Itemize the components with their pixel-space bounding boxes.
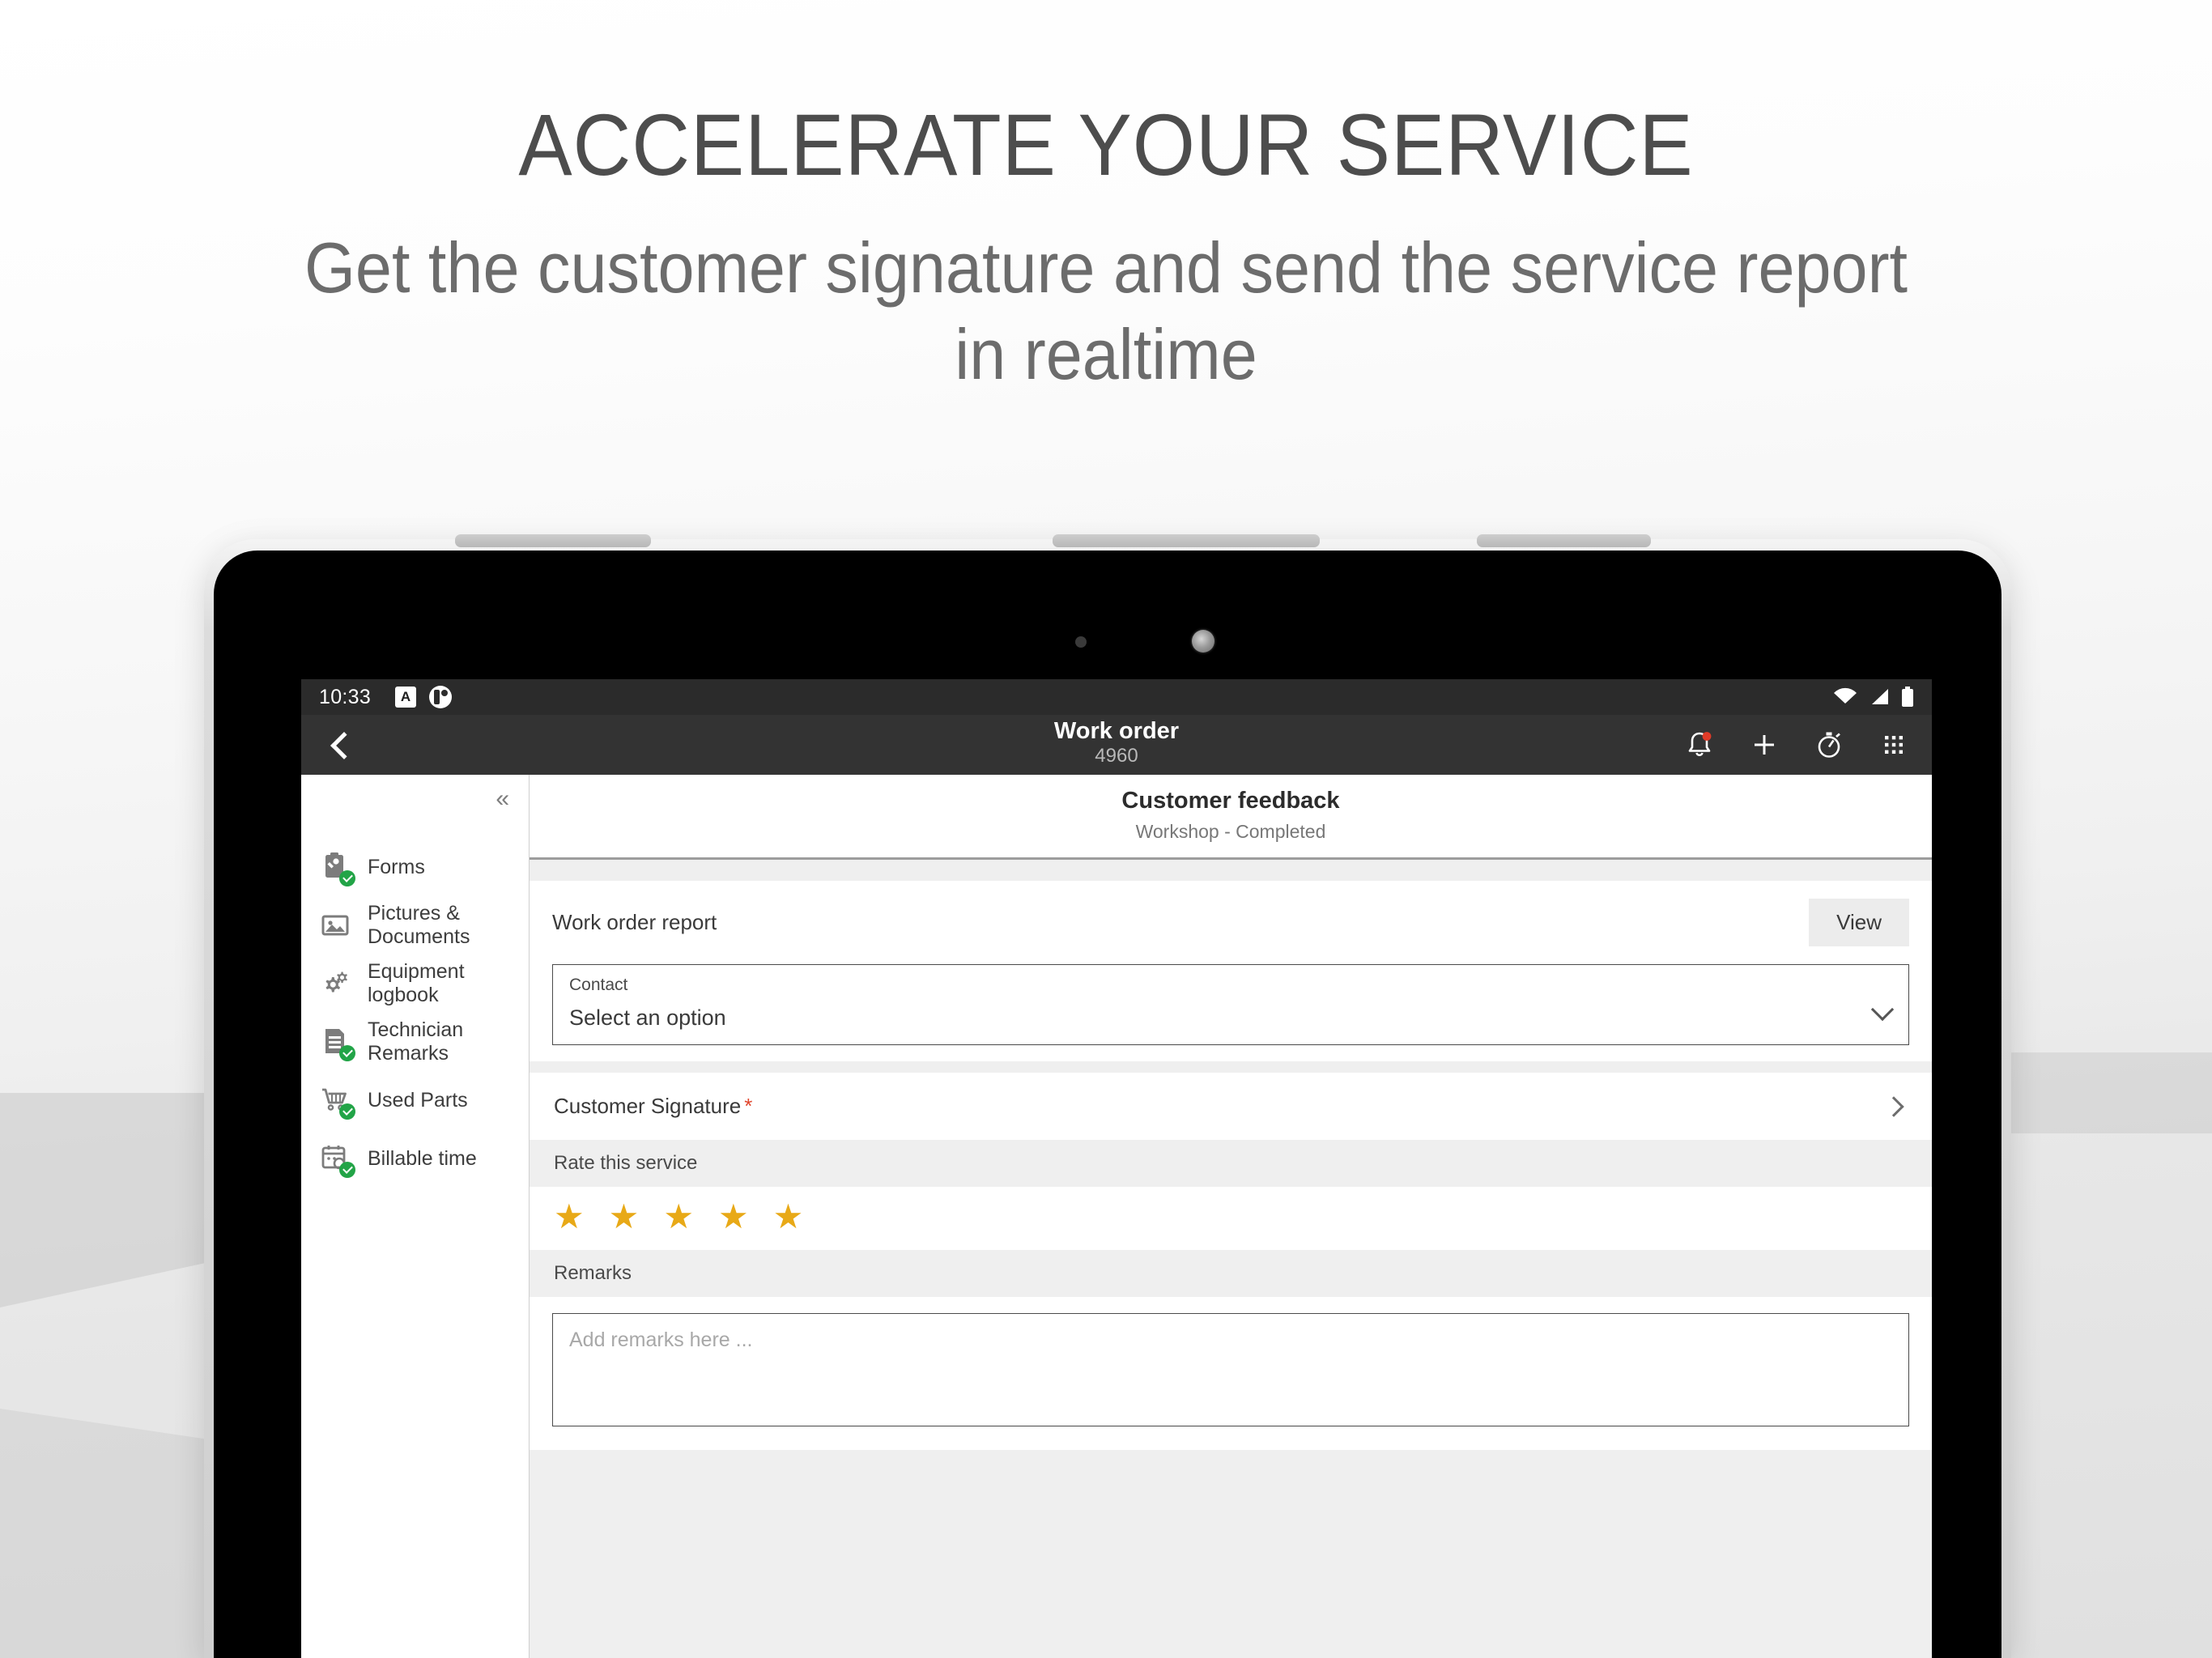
promo-headline-block: ACCELERATE YOUR SERVICE Get the customer… <box>0 96 2212 398</box>
rating-star[interactable]: ★ <box>554 1200 585 1234</box>
contact-label: Contact <box>569 976 628 994</box>
add-plus-icon[interactable] <box>1747 728 1781 762</box>
panel-title: Customer feedback <box>1121 788 1340 814</box>
sidebar-item-label: Technician Remarks <box>368 1018 464 1065</box>
work-order-report-row: Work order report View <box>530 881 1932 959</box>
completed-check-icon <box>339 1162 355 1178</box>
battery-icon <box>1902 687 1913 707</box>
sidebar-item-label: Equipment logbook <box>368 960 465 1006</box>
promo-subtitle: Get the customer signature and send the … <box>304 227 1908 395</box>
rating-stars[interactable]: ★ ★ ★ ★ ★ <box>530 1187 1932 1250</box>
back-chevron-icon[interactable] <box>322 728 356 762</box>
status-clock: 10:33 <box>319 685 372 708</box>
view-report-button[interactable]: View <box>1809 899 1909 946</box>
panel-header: Customer feedback Workshop - Completed <box>530 775 1932 860</box>
sidebar-item-equipment-logbook[interactable]: Equipment logbook <box>301 954 529 1013</box>
main-panel: Customer feedback Workshop - Completed W… <box>530 775 1932 1658</box>
clipboard-wrench-icon <box>319 851 355 886</box>
sidebar: « Forms Pictures & Documents Equipment l… <box>301 775 530 1658</box>
status-left-icons: A <box>395 686 453 708</box>
sidebar-item-pictures-documents[interactable]: Pictures & Documents <box>301 896 529 954</box>
sensor-dot-icon <box>1075 636 1087 648</box>
sidebar-item-label: Used Parts <box>368 1088 468 1112</box>
calendar-clock-icon <box>319 1142 355 1178</box>
app-window: 10:33 A Work order 4960 « Forms Pictures… <box>301 679 1932 1658</box>
tablet-hardware-button <box>1053 534 1320 547</box>
contact-field-wrapper: Contact Select an option <box>530 959 1932 1061</box>
section-divider <box>530 860 1932 881</box>
cellular-signal-icon <box>1872 689 1888 704</box>
sidebar-item-technician-remarks[interactable]: Technician Remarks <box>301 1013 529 1071</box>
contact-selected-value: Select an option <box>569 1005 726 1030</box>
wifi-icon <box>1834 687 1857 704</box>
tablet-hardware-button <box>1477 534 1651 547</box>
tablet-screen: 10:33 A Work order 4960 « Forms Pictures… <box>214 551 2001 1658</box>
app-body: « Forms Pictures & Documents Equipment l… <box>301 775 1932 1658</box>
completed-check-icon <box>339 870 355 886</box>
timer-stopwatch-icon[interactable] <box>1812 728 1846 762</box>
tablet-hardware-button <box>570 534 651 547</box>
required-asterisk: * <box>744 1094 753 1118</box>
customer-signature-text: Customer Signature <box>554 1094 742 1118</box>
status-right-icons <box>1833 687 1914 708</box>
a-badge-icon: A <box>395 687 417 708</box>
app-bar: Work order 4960 <box>301 715 1932 775</box>
sidebar-item-used-parts[interactable]: Used Parts <box>301 1071 529 1129</box>
customer-signature-label: Customer Signature * <box>554 1094 752 1119</box>
double-chevron-left-icon: « <box>496 785 509 812</box>
rating-star[interactable]: ★ <box>718 1200 749 1234</box>
chevron-right-icon <box>1883 1095 1904 1117</box>
image-picture-icon <box>319 909 351 942</box>
sidebar-item-billable-time[interactable]: Billable time <box>301 1129 529 1188</box>
status-bar: 10:33 A <box>301 679 1932 715</box>
sidebar-item-label: Billable time <box>368 1146 477 1170</box>
promo-title: ACCELERATE YOUR SERVICE <box>518 96 1694 193</box>
work-order-report-section: Work order report View Contact Select an… <box>530 881 1932 1061</box>
panel-empty-space <box>530 1450 1932 1658</box>
section-divider <box>530 1061 1932 1073</box>
document-lines-icon <box>319 1026 355 1061</box>
sidebar-item-label: Pictures & Documents <box>368 902 470 948</box>
work-order-report-label: Work order report <box>552 910 717 934</box>
front-camera-icon <box>1192 630 1214 653</box>
sidebar-item-label: Forms <box>368 855 425 878</box>
contact-select[interactable]: Contact Select an option <box>552 964 1909 1045</box>
tablet-device: 10:33 A Work order 4960 « Forms Pictures… <box>204 534 2011 1658</box>
notifications-bell-icon[interactable] <box>1682 728 1716 762</box>
gears-cog-icon <box>319 967 351 1000</box>
sidebar-item-list: Forms Pictures & Documents Equipment log… <box>301 823 529 1188</box>
completed-check-icon <box>339 1103 355 1120</box>
remarks-heading: Remarks <box>530 1250 1932 1297</box>
sidebar-item-forms[interactable]: Forms <box>301 838 529 896</box>
shopping-cart-icon <box>319 1084 355 1120</box>
rating-star[interactable]: ★ <box>663 1200 694 1234</box>
completed-check-icon <box>339 1045 355 1061</box>
remarks-section <box>530 1297 1932 1450</box>
grid-apps-icon[interactable] <box>1877 728 1911 762</box>
panel-status-subtitle: Workshop - Completed <box>1135 821 1326 842</box>
customer-signature-row[interactable]: Customer Signature * <box>530 1073 1932 1140</box>
profile-circle-icon <box>429 686 453 708</box>
rating-star[interactable]: ★ <box>773 1200 804 1234</box>
app-bar-actions <box>1682 728 1911 762</box>
remarks-input[interactable] <box>552 1313 1909 1426</box>
rating-star[interactable]: ★ <box>609 1200 640 1234</box>
rate-service-heading: Rate this service <box>530 1140 1932 1187</box>
sidebar-collapse-button[interactable]: « <box>301 775 529 823</box>
